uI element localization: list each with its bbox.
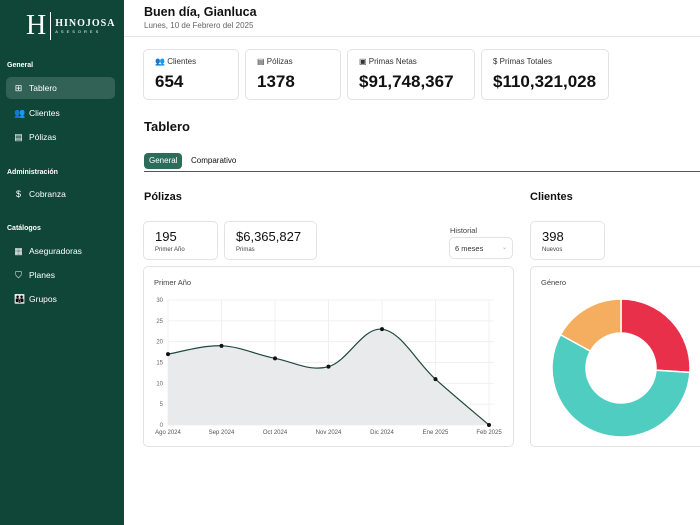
logo: H HINOJOSAASESORES bbox=[26, 12, 115, 40]
logo-letter: H bbox=[26, 12, 51, 40]
kpi-clientes: 👥 Clientes 654 bbox=[143, 49, 239, 100]
chevron-down-icon: ⌄ bbox=[502, 244, 507, 251]
stat-primer-ano: 195 Primer Año bbox=[143, 221, 218, 260]
section-catalogos: Catálogos bbox=[7, 225, 41, 232]
sidebar-item-polizas[interactable]: ▤ Pólizas bbox=[6, 126, 115, 148]
users-icon: 👥 bbox=[14, 108, 23, 119]
sidebar-item-label: Pólizas bbox=[29, 132, 56, 142]
kpi-label: $ Primas Totales bbox=[493, 57, 552, 66]
stat-value: $6,365,827 bbox=[236, 229, 301, 244]
sidebar-item-label: Grupos bbox=[29, 294, 57, 304]
sidebar-item-label: Planes bbox=[29, 270, 55, 280]
x-tick-label: Sep 2024 bbox=[209, 430, 235, 436]
primer-ano-chart-card: Primer Año 0 5 10 15 20 25 30 Ago 2024 Sep 2024 O… bbox=[143, 266, 514, 447]
data-point[interactable] bbox=[220, 344, 224, 348]
y-tick-label: 30 bbox=[156, 298, 163, 304]
clientes-title: Clientes bbox=[530, 191, 573, 203]
x-tick-label: Oct 2024 bbox=[263, 430, 288, 436]
kpi-primas-netas: ▣ Primas Netas $91,748,367 bbox=[347, 49, 475, 100]
sidebar-item-label: Cobranza bbox=[29, 189, 66, 199]
sidebar-item-label: Aseguradoras bbox=[29, 246, 82, 256]
logo-sub: ASESORES bbox=[55, 29, 115, 34]
stat-label: Primas bbox=[236, 247, 255, 253]
y-tick-label: 20 bbox=[156, 340, 163, 346]
historial-value: 6 meses bbox=[455, 244, 483, 253]
sidebar-item-cobranza[interactable]: $ Cobranza bbox=[6, 183, 115, 205]
historial-select[interactable]: 6 meses ⌄ bbox=[449, 237, 513, 259]
shield-icon: ⛉ bbox=[14, 270, 23, 281]
kpi-polizas: ▤ Pólizas 1378 bbox=[245, 49, 341, 100]
tabs: General Comparativo bbox=[144, 152, 700, 172]
x-tick-label: Nov 2024 bbox=[316, 430, 342, 436]
sidebar: H HINOJOSAASESORES General ⊞ Tablero 👥 Cli… bbox=[0, 0, 124, 525]
data-point[interactable] bbox=[380, 327, 384, 331]
tab-comparativo[interactable]: Comparativo bbox=[186, 153, 241, 169]
genero-chart: Género bbox=[531, 267, 700, 448]
kpi-value: $91,748,367 bbox=[359, 72, 454, 92]
y-tick-label: 10 bbox=[156, 381, 163, 387]
stat-nuevos: 398 Nuevos bbox=[530, 221, 605, 260]
sidebar-item-clientes[interactable]: 👥 Clientes bbox=[6, 102, 115, 124]
section-administracion: Administración bbox=[7, 169, 58, 176]
sidebar-item-aseguradoras[interactable]: ▦ Aseguradoras bbox=[6, 240, 115, 262]
data-point[interactable] bbox=[487, 423, 491, 427]
kpi-value: $110,321,028 bbox=[493, 72, 596, 92]
primer-ano-chart: Primer Año 0 5 10 15 20 25 30 Ago 2024 Sep 2024 O… bbox=[144, 267, 515, 448]
historial-label: Historial bbox=[450, 226, 477, 235]
stat-value: 398 bbox=[542, 229, 564, 244]
kpi-primas-totales: $ Primas Totales $110,321,028 bbox=[481, 49, 609, 100]
main: Buen día, Gianluca Lunes, 10 de Febrero … bbox=[124, 0, 700, 525]
y-tick-label: 5 bbox=[160, 402, 164, 408]
stat-value: 195 bbox=[155, 229, 177, 244]
kpi-label: ▣ Primas Netas bbox=[359, 57, 417, 66]
kpi-label: 👥 Clientes bbox=[155, 57, 196, 66]
stat-primas: $6,365,827 Primas bbox=[224, 221, 317, 260]
sidebar-item-grupos[interactable]: 👪 Grupos bbox=[6, 288, 115, 310]
kpi-value: 654 bbox=[155, 72, 183, 92]
layout-icon: ⊞ bbox=[14, 83, 23, 94]
polizas-title: Pólizas bbox=[144, 191, 182, 203]
building-icon: ▦ bbox=[14, 246, 23, 257]
genero-chart-card: Género bbox=[530, 266, 700, 447]
x-tick-label: Ago 2024 bbox=[155, 430, 181, 436]
x-tick-label: Ene 2025 bbox=[423, 430, 449, 436]
data-point[interactable] bbox=[434, 377, 438, 381]
y-tick-label: 25 bbox=[156, 319, 163, 325]
sidebar-item-label: Clientes bbox=[29, 108, 60, 118]
tab-general[interactable]: General bbox=[144, 153, 182, 169]
stat-label: Nuevos bbox=[542, 247, 562, 253]
section-general: General bbox=[7, 62, 33, 69]
stat-label: Primer Año bbox=[155, 247, 185, 253]
page-title: Tablero bbox=[144, 119, 190, 134]
sidebar-item-planes[interactable]: ⛉ Planes bbox=[6, 264, 115, 286]
y-tick-label: 0 bbox=[160, 423, 164, 429]
x-tick-label: Dic 2024 bbox=[370, 430, 394, 436]
sidebar-item-tablero[interactable]: ⊞ Tablero bbox=[6, 77, 115, 99]
group-icon: 👪 bbox=[14, 294, 23, 305]
sidebar-item-label: Tablero bbox=[29, 83, 57, 93]
x-tick-label: Feb 2025 bbox=[476, 430, 502, 436]
file-icon: ▤ bbox=[14, 132, 23, 143]
dollar-icon: $ bbox=[14, 189, 23, 199]
data-point[interactable] bbox=[166, 352, 170, 356]
chart-title: Primer Año bbox=[154, 278, 191, 287]
y-tick-label: 15 bbox=[156, 361, 163, 367]
greeting: Buen día, Gianluca bbox=[144, 5, 680, 19]
kpi-value: 1378 bbox=[257, 72, 295, 92]
data-point[interactable] bbox=[273, 356, 277, 360]
logo-name: HINOJOSA bbox=[55, 18, 115, 29]
donut-slice[interactable] bbox=[621, 299, 690, 372]
date: Lunes, 10 de Febrero del 2025 bbox=[144, 21, 680, 30]
kpi-label: ▤ Pólizas bbox=[257, 57, 293, 66]
chart-title: Género bbox=[541, 278, 566, 287]
header: Buen día, Gianluca Lunes, 10 de Febrero … bbox=[124, 0, 700, 37]
data-point[interactable] bbox=[327, 365, 331, 369]
